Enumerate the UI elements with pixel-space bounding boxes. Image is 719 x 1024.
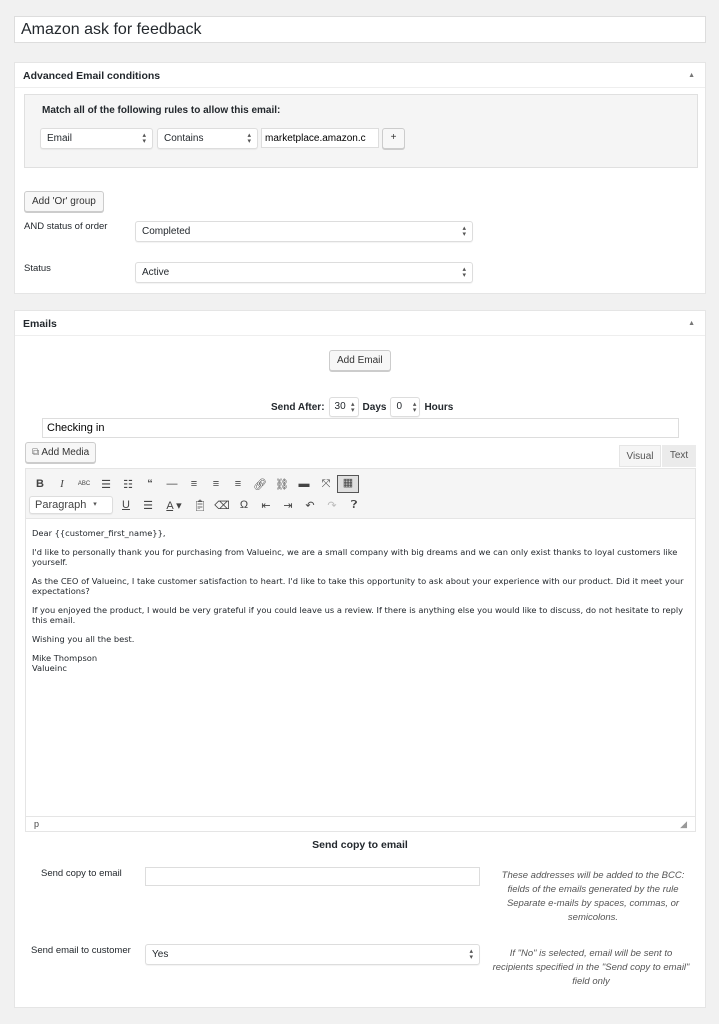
send-after-row: Send After: 30 ▴ ▾ Days 0 ▴ ▾ Hours — [271, 397, 453, 417]
panel-title: Advanced Email conditions — [23, 70, 161, 82]
unlink-icon[interactable]: ⛓︎ — [271, 478, 293, 491]
format-select[interactable]: Paragraph ▾ — [29, 496, 113, 514]
days-label: Days — [362, 401, 387, 413]
redo-icon[interactable]: ↷ — [321, 499, 343, 512]
add-media-button[interactable]: ⧉ Add Media — [25, 442, 97, 463]
italic-icon[interactable]: I — [51, 478, 73, 490]
copy-help-text: These addresses will be added to the BCC… — [501, 870, 685, 923]
justify-icon[interactable]: ☰ — [137, 499, 159, 512]
editor: B I ABC ☰ ☷ “— ≡ ≡ ≡ 🔗︎ ⛓︎ ▬ ⤧ ▦ Paragraph ▾ U ☰ A ▾ 📋︎ ⌫ Ω… — [25, 468, 696, 832]
read-more-icon[interactable]: ▬ — [293, 478, 315, 490]
tab-visual[interactable]: Visual — [619, 445, 661, 467]
blockquote-icon[interactable]: “ — [139, 478, 161, 490]
subject-input[interactable] — [42, 418, 679, 438]
underline-icon[interactable]: U — [115, 499, 137, 511]
signature-company: Valueinc — [32, 663, 67, 673]
outdent-icon[interactable]: ⇤ — [255, 499, 277, 512]
signature-name: Mike Thompson — [32, 653, 98, 663]
send-to-customer-select[interactable]: Yes ▴ ▾ — [145, 944, 480, 965]
special-character-icon[interactable]: Ω — [233, 499, 255, 511]
emails-header[interactable]: Emails ▲ — [15, 311, 705, 336]
fullscreen-icon[interactable]: ⤧ — [315, 478, 337, 491]
copy-email-input[interactable] — [145, 867, 480, 886]
conditions-header[interactable]: Advanced Email conditions ▲ — [15, 63, 705, 88]
help-icon[interactable]: ❓︎ — [343, 499, 365, 512]
conditions-panel: Advanced Email conditions ▲ Match all of … — [14, 62, 706, 294]
editor-content[interactable]: Dear {{customer_first_name}}, I'd like t… — [26, 519, 695, 816]
field-select[interactable]: Email ▴ ▾ — [40, 128, 153, 149]
rule-group: Match all of the following rules to allo… — [24, 94, 698, 168]
panel-title: Emails — [23, 318, 57, 330]
align-right-icon[interactable]: ≡ — [227, 478, 249, 490]
media-icon: ⧉ — [32, 447, 40, 458]
order-status-select[interactable]: Completed ▴ ▾ — [135, 221, 473, 242]
rule-title-input[interactable] — [14, 16, 706, 43]
horizontal-line-icon[interactable]: — — [161, 478, 183, 490]
indent-icon[interactable]: ⇥ — [277, 499, 299, 512]
operator-select[interactable]: Contains ▴ ▾ — [157, 128, 258, 149]
days-input[interactable]: 30 ▴ ▾ — [328, 397, 359, 417]
add-email-button[interactable]: Add Email — [329, 350, 391, 371]
send-after-label: Send After: — [271, 401, 325, 413]
emails-panel: Emails ▲ Add Email Send After: 30 ▴ ▾ Days … — [14, 310, 706, 1008]
text-color-icon[interactable]: A ▾ — [159, 499, 189, 512]
strikethrough-icon[interactable]: ABC — [73, 481, 95, 487]
hours-input[interactable]: 0 ▴ ▾ — [390, 397, 421, 417]
editor-toolbar: B I ABC ☰ ☷ “— ≡ ≡ ≡ 🔗︎ ⛓︎ ▬ ⤧ ▦ Paragraph ▾ U ☰ A ▾ 📋︎ ⌫ Ω… — [26, 469, 695, 519]
editor-statusbar: p ◢ — [26, 816, 695, 831]
paragraph: I'd like to personally thank you for pur… — [32, 547, 678, 567]
order-status-label: AND status of order — [24, 221, 108, 232]
paragraph: If you enjoyed the product, I would be v… — [32, 605, 684, 625]
bullet-list-icon[interactable]: ☰ — [95, 478, 117, 491]
undo-icon[interactable]: ↶ — [299, 499, 321, 512]
element-path[interactable]: p — [34, 819, 39, 829]
collapse-arrow-icon[interactable]: ▲ — [688, 320, 695, 327]
align-center-icon[interactable]: ≡ — [205, 478, 227, 490]
customer-help-text: If "No" is selected, email will be sent … — [492, 948, 690, 987]
paragraph: Dear {{customer_first_name}}, — [32, 528, 166, 538]
add-rule-button[interactable]: + — [382, 128, 405, 149]
condition-value-input[interactable] — [261, 128, 379, 148]
paste-text-icon[interactable]: 📋︎ — [189, 499, 211, 512]
copy-heading: Send copy to email — [312, 839, 408, 851]
toolbar-toggle-icon[interactable]: ▦ — [337, 475, 359, 493]
tab-text[interactable]: Text — [662, 445, 696, 467]
add-or-group-button[interactable]: Add 'Or' group — [24, 191, 104, 212]
resize-handle-icon[interactable]: ◢ — [680, 819, 687, 830]
bold-icon[interactable]: B — [29, 478, 51, 490]
paragraph: Wishing you all the best. — [32, 634, 135, 644]
paragraph: As the CEO of Valueinc, I take customer … — [32, 576, 684, 596]
clear-formatting-icon[interactable]: ⌫ — [211, 499, 233, 512]
collapse-arrow-icon[interactable]: ▲ — [688, 72, 695, 79]
customer-label: Send email to customer — [31, 945, 131, 956]
status-select[interactable]: Active ▴ ▾ — [135, 262, 473, 283]
copy-label: Send copy to email — [41, 868, 122, 879]
hours-label: Hours — [424, 401, 454, 413]
align-left-icon[interactable]: ≡ — [183, 478, 205, 490]
status-label: Status — [24, 263, 51, 274]
match-text: Match all of the following rules to allo… — [42, 105, 281, 116]
numbered-list-icon[interactable]: ☷ — [117, 478, 139, 491]
link-icon[interactable]: 🔗︎ — [249, 478, 271, 491]
